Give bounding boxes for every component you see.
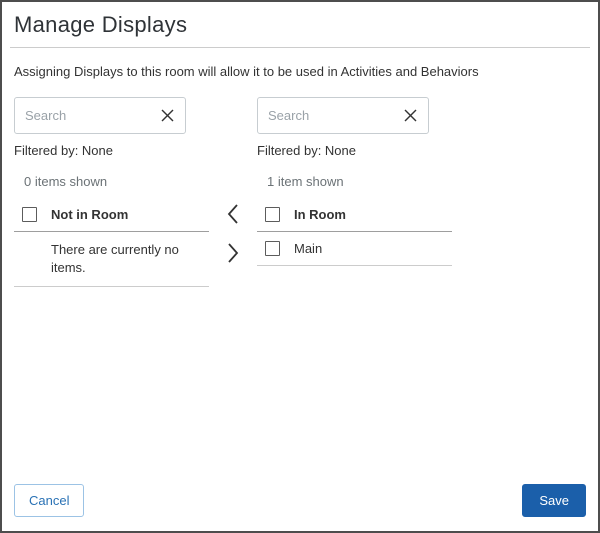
not-in-room-filtered-by: Filtered by: None [14, 143, 113, 158]
transfer-lists: Filtered by: None 0 items shown Not in R… [2, 79, 598, 288]
clear-search-icon[interactable] [154, 108, 175, 123]
x-icon [404, 109, 417, 122]
save-button[interactable]: Save [522, 484, 586, 517]
not-in-room-select-all-checkbox[interactable] [22, 207, 37, 222]
not-in-room-search-input[interactable] [25, 108, 154, 123]
in-room-search-box [257, 97, 429, 134]
not-in-room-search-box [14, 97, 186, 134]
dialog-footer: Cancel Save [2, 472, 598, 531]
in-room-list-header: In Room [257, 202, 452, 232]
dialog-description: Assigning Displays to this room will all… [14, 64, 479, 79]
not-in-room-header-label: Not in Room [51, 207, 129, 222]
manage-displays-dialog: Manage Displays Assigning Displays to th… [0, 0, 600, 533]
page-title: Manage Displays [14, 12, 188, 37]
in-room-header-label: In Room [294, 207, 346, 222]
transfer-controls [209, 97, 257, 266]
list-item: Main [257, 232, 452, 266]
not-in-room-panel: Filtered by: None 0 items shown Not in R… [14, 97, 209, 288]
clear-search-icon[interactable] [397, 108, 418, 123]
not-in-room-items-shown: 0 items shown [24, 174, 108, 189]
in-room-search-input[interactable] [268, 108, 397, 123]
move-to-room-button[interactable] [224, 201, 242, 227]
cancel-button[interactable]: Cancel [14, 484, 85, 517]
empty-list-message: There are currently no items. [14, 232, 209, 288]
not-in-room-list: Not in Room There are currently no items… [14, 202, 209, 288]
chevron-left-icon [227, 204, 238, 224]
in-room-filtered-by: Filtered by: None [257, 143, 356, 158]
item-checkbox[interactable] [265, 241, 280, 256]
chevron-right-icon [228, 243, 239, 263]
x-icon [161, 109, 174, 122]
not-in-room-list-header: Not in Room [14, 202, 209, 232]
in-room-items-shown: 1 item shown [267, 174, 344, 189]
in-room-list: In Room Main [257, 202, 452, 266]
move-out-of-room-button[interactable] [224, 240, 242, 266]
in-room-select-all-checkbox[interactable] [265, 207, 280, 222]
in-room-panel: Filtered by: None 1 item shown In Room M… [257, 97, 452, 266]
item-label: Main [294, 241, 323, 256]
